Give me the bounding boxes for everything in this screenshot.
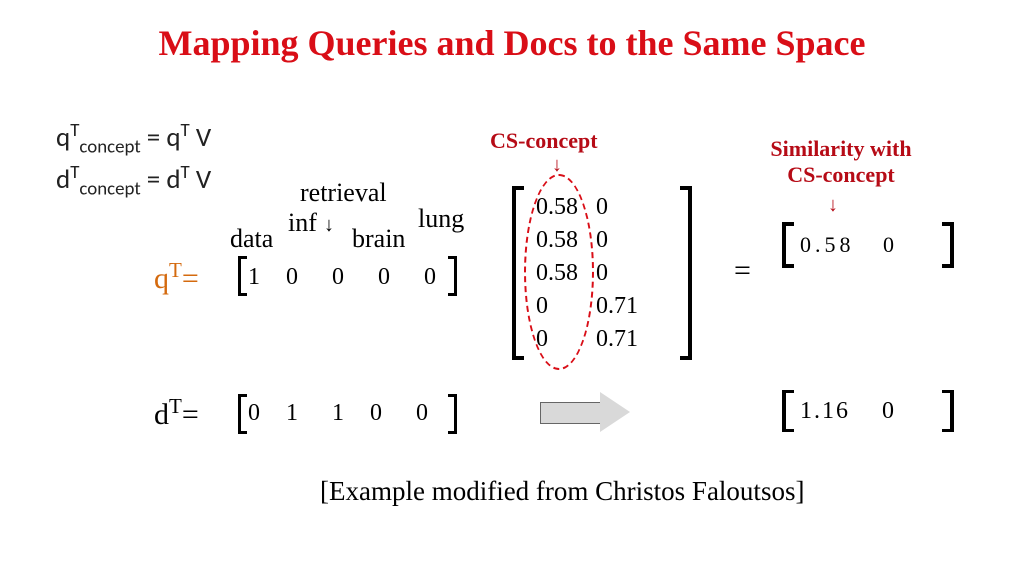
equation-d: dTconcept = dT V bbox=[56, 160, 211, 202]
term-inf: inf bbox=[288, 208, 317, 238]
slide: Mapping Queries and Docs to the Same Spa… bbox=[0, 0, 1024, 576]
implies-arrow-icon bbox=[540, 392, 632, 432]
matrix-cell: 0 bbox=[596, 192, 654, 223]
matrix-cell: 0.71 bbox=[596, 324, 654, 355]
arrow-down-icon: ↓ bbox=[552, 154, 562, 177]
d-transpose-label: dT= bbox=[154, 394, 199, 432]
term-data: data bbox=[230, 224, 273, 254]
bracket-icon bbox=[448, 256, 457, 296]
d-vector: 0 1 1 0 0 bbox=[248, 400, 430, 427]
arrow-down-icon: ↓ bbox=[324, 214, 334, 237]
term-lung: lung bbox=[418, 204, 464, 234]
d-concept-result: 1.16 0 bbox=[800, 398, 896, 425]
bracket-icon bbox=[942, 222, 954, 268]
q-vector: 1 0 0 0 0 bbox=[248, 264, 438, 291]
attribution: [Example modified from Christos Faloutso… bbox=[320, 476, 804, 507]
matrix-bracket-left-icon bbox=[512, 186, 524, 360]
bracket-icon bbox=[782, 390, 794, 432]
bracket-icon bbox=[942, 390, 954, 432]
cs-concept-ellipse bbox=[524, 174, 594, 370]
equation-q: qTconcept = qT V bbox=[56, 118, 211, 160]
bracket-icon bbox=[238, 256, 247, 296]
bracket-icon bbox=[448, 394, 457, 434]
term-brain: brain bbox=[352, 224, 405, 254]
matrix-bracket-right-icon bbox=[680, 186, 692, 360]
q-transpose-label: qT= bbox=[154, 258, 199, 296]
similarity-label: Similarity withCS-concept bbox=[726, 136, 956, 189]
bracket-icon bbox=[238, 394, 247, 434]
matrix-cell: 0 bbox=[596, 258, 654, 289]
matrix-cell: 0 bbox=[596, 225, 654, 256]
q-concept-result: 0.58 0 bbox=[800, 232, 898, 258]
slide-title: Mapping Queries and Docs to the Same Spa… bbox=[0, 22, 1024, 64]
bracket-icon bbox=[782, 222, 794, 268]
equals-sign: = bbox=[734, 254, 751, 288]
matrix-cell: 0.71 bbox=[596, 291, 654, 322]
cs-concept-label: CS-concept bbox=[490, 128, 598, 154]
term-retrieval: retrieval bbox=[300, 178, 387, 208]
arrow-down-icon: ↓ bbox=[828, 194, 838, 217]
concept-equations: qTconcept = qT V dTconcept = dT V bbox=[56, 118, 211, 202]
